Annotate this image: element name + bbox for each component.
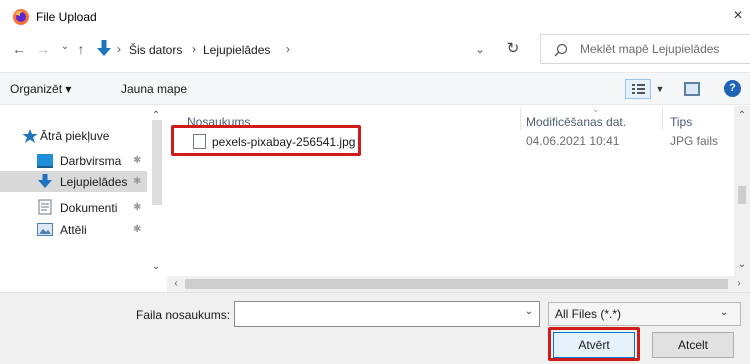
- details-view-icon: [632, 84, 645, 94]
- pictures-icon: [37, 223, 53, 236]
- chevron-down-icon: ⌄: [720, 307, 729, 318]
- scroll-up-arrow[interactable]: ⌃: [149, 109, 163, 123]
- download-icon: [38, 174, 52, 188]
- up-button[interactable]: ↑: [72, 40, 90, 58]
- file-modified: 04.06.2021 10:41: [526, 134, 620, 148]
- column-divider[interactable]: [520, 108, 521, 130]
- breadcrumb-downloads[interactable]: Lejupielādes: [203, 43, 270, 57]
- filename-dropdown-button[interactable]: ⌄: [522, 306, 536, 322]
- nav-item-pictures[interactable]: Attēli ✱: [0, 219, 147, 240]
- forward-button[interactable]: →: [34, 40, 52, 58]
- nav-item-documents[interactable]: Dokumenti ✱: [0, 197, 147, 218]
- file-type: JPG fails: [670, 134, 719, 148]
- view-options-dropdown[interactable]: ▼: [653, 79, 667, 99]
- change-view-button[interactable]: [625, 79, 651, 99]
- scroll-right-arrow[interactable]: ›: [732, 277, 746, 291]
- scroll-down-arrow[interactable]: ⌄: [735, 258, 749, 272]
- scroll-up-arrow[interactable]: ⌃: [735, 109, 749, 123]
- horizontal-scrollbar-thumb[interactable]: [185, 279, 728, 289]
- column-divider[interactable]: [662, 108, 663, 130]
- back-button[interactable]: ←: [10, 40, 28, 58]
- nav-item-quick-access[interactable]: Ātrā piekļuve: [0, 125, 147, 146]
- preview-pane-icon[interactable]: [684, 82, 700, 96]
- open-highlight-box: [548, 327, 640, 361]
- search-placeholder: Meklēt mapē Lejupielādes: [580, 42, 720, 56]
- breadcrumb-this-pc[interactable]: Šis dators: [129, 43, 182, 57]
- file-type-filter-value: All Files (*.*): [555, 307, 622, 321]
- nav-label-downloads: Lejupielādes: [60, 175, 128, 189]
- new-folder-button[interactable]: Jauna mape: [121, 82, 187, 96]
- pin-icon: ✱: [133, 176, 142, 187]
- help-icon[interactable]: ?: [724, 80, 741, 97]
- document-icon: [38, 199, 52, 215]
- address-dropdown-button[interactable]: ⌄: [470, 40, 490, 60]
- desktop-icon: [37, 154, 53, 168]
- filename-label: Faila nosaukums:: [136, 308, 231, 322]
- scroll-down-arrow[interactable]: ⌄: [149, 260, 163, 274]
- firefox-icon: [13, 9, 29, 25]
- search-icon: [554, 43, 568, 57]
- nav-item-desktop[interactable]: Darbvirsma ✱: [0, 150, 147, 171]
- file-highlight-box: [171, 125, 361, 156]
- column-header-type[interactable]: Tips: [670, 115, 692, 129]
- cancel-button[interactable]: Atcelt: [652, 332, 734, 358]
- scroll-left-arrow[interactable]: ‹: [169, 277, 183, 291]
- refresh-button[interactable]: ↻: [503, 38, 523, 60]
- nav-scrollbar-thumb[interactable]: [152, 120, 162, 205]
- column-header-modified[interactable]: Modificēšanas dat.: [526, 115, 626, 129]
- filename-input[interactable]: [234, 301, 540, 327]
- pin-icon: ✱: [133, 155, 142, 166]
- nav-label-documents: Dokumenti: [60, 201, 118, 215]
- breadcrumb-separator: ›: [117, 42, 121, 56]
- file-list-scrollbar-thumb[interactable]: [738, 186, 746, 204]
- breadcrumb-separator: ›: [286, 42, 290, 56]
- nav-label-pictures: Attēli: [60, 223, 87, 237]
- pin-icon: ✱: [133, 224, 142, 235]
- sort-arrow-icon: ⌄: [592, 104, 600, 114]
- nav-item-downloads[interactable]: Lejupielādes ✱: [0, 171, 147, 192]
- star-icon: [22, 129, 38, 143]
- breadcrumb-separator: ›: [192, 42, 196, 56]
- organize-button[interactable]: Organizēt ▾: [10, 82, 71, 96]
- window-title: File Upload: [36, 10, 97, 24]
- close-button[interactable]: ×: [728, 6, 748, 26]
- nav-label-desktop: Darbvirsma: [60, 154, 122, 168]
- pin-icon: ✱: [133, 202, 142, 213]
- download-folder-icon: [97, 40, 111, 56]
- title-bar: [0, 0, 750, 34]
- nav-label-quick-access: Ātrā piekļuve: [40, 129, 110, 143]
